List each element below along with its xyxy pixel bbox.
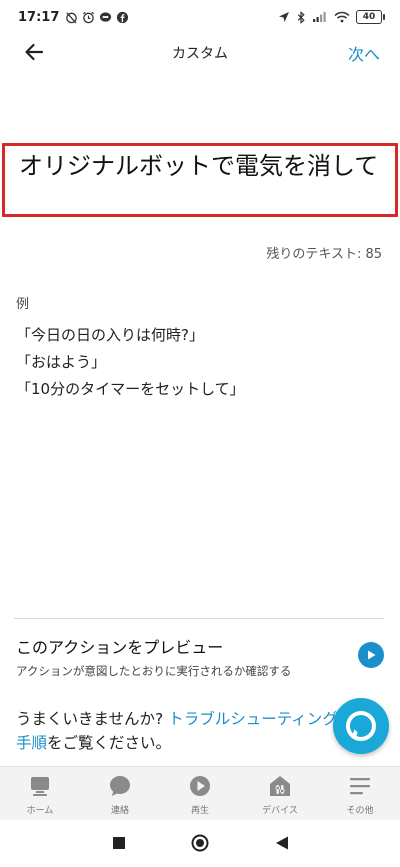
remaining-characters: 残りのテキスト: 85: [266, 243, 382, 262]
devices-icon: [267, 773, 293, 799]
nav-label: デバイス: [262, 806, 298, 816]
back-system-button[interactable]: [273, 834, 291, 852]
example-item: 「おはよう」: [16, 353, 107, 371]
preview-title: このアクションをプレビュー: [16, 638, 224, 657]
remaining-count: 85: [365, 247, 382, 262]
help-prefix: うまくいきませんか?: [16, 710, 169, 728]
circle-icon: [191, 834, 209, 852]
signal-icon: [313, 12, 326, 22]
nav-item-play[interactable]: 再生: [160, 767, 240, 820]
preview-subtitle: アクションが意図したとおりに実行されるか確認する: [16, 664, 292, 678]
nav-item-home[interactable]: ホーム: [0, 767, 80, 820]
triangle-back-icon: [276, 836, 288, 850]
example-item: 「今日の日の入りは何時?」: [16, 326, 204, 344]
preview-play-button[interactable]: [358, 642, 384, 668]
line-app-icon: [100, 11, 112, 22]
help-suffix: をご覧ください。: [47, 734, 172, 752]
page-title: カスタム: [172, 46, 228, 62]
facebook-icon: [117, 11, 129, 23]
nav-item-devices[interactable]: デバイス: [240, 767, 320, 820]
examples-label: 例: [16, 297, 30, 312]
nav-label: その他: [346, 806, 374, 816]
nav-item-contacts[interactable]: 連絡: [80, 767, 160, 820]
divider: [14, 618, 384, 619]
home-icon: [27, 773, 53, 799]
example-item: 「10分のタイマーをセットして」: [16, 380, 245, 398]
next-button[interactable]: 次へ: [348, 41, 380, 65]
alarm-off-icon: [66, 11, 78, 24]
location-icon: [279, 12, 289, 22]
status-time: 17:17: [18, 9, 60, 25]
preview-action-row[interactable]: このアクションをプレビュー アクションが意図したとおりに実行されるか確認する: [16, 634, 386, 680]
square-icon: [113, 837, 125, 849]
examples-section: 例 「今日の日の入りは何時?」 「おはよう」 「10分のタイマーをセットして」: [16, 293, 386, 403]
status-notification-icons: [65, 11, 129, 24]
system-nav-bar: [0, 820, 400, 867]
custom-phrase-text[interactable]: オリジナルボットで電気を消して: [19, 150, 381, 183]
nav-label: 再生: [190, 806, 209, 816]
custom-phrase-input[interactable]: オリジナルボットで電気を消して: [2, 143, 398, 217]
nav-label: ホーム: [26, 806, 54, 816]
play-icon: [368, 650, 376, 660]
status-left: 17:17: [18, 10, 129, 25]
alexa-icon: [346, 711, 376, 741]
play-circle-icon: [187, 773, 213, 799]
status-bar: 17:17 40: [0, 0, 400, 34]
recents-button[interactable]: [110, 834, 128, 852]
alarm-clock-icon: [83, 11, 95, 23]
bluetooth-icon: [297, 10, 305, 24]
bottom-nav: ホーム 連絡 再生 デバイス その他: [0, 766, 400, 820]
status-right: 40: [278, 10, 385, 24]
wifi-icon: [334, 11, 350, 23]
help-text: うまくいきませんか? トラブルシューティング手順をご覧ください。: [16, 707, 346, 755]
menu-icon: [347, 773, 373, 799]
home-system-button[interactable]: [191, 834, 209, 852]
remaining-label: 残りのテキスト:: [266, 247, 366, 262]
nav-label: 連絡: [110, 806, 129, 816]
nav-item-more[interactable]: その他: [320, 767, 400, 820]
alexa-button[interactable]: [333, 698, 389, 754]
chat-icon: [107, 773, 133, 799]
app-bar: カスタム 次へ: [0, 34, 400, 70]
battery-icon: 40: [356, 10, 385, 24]
